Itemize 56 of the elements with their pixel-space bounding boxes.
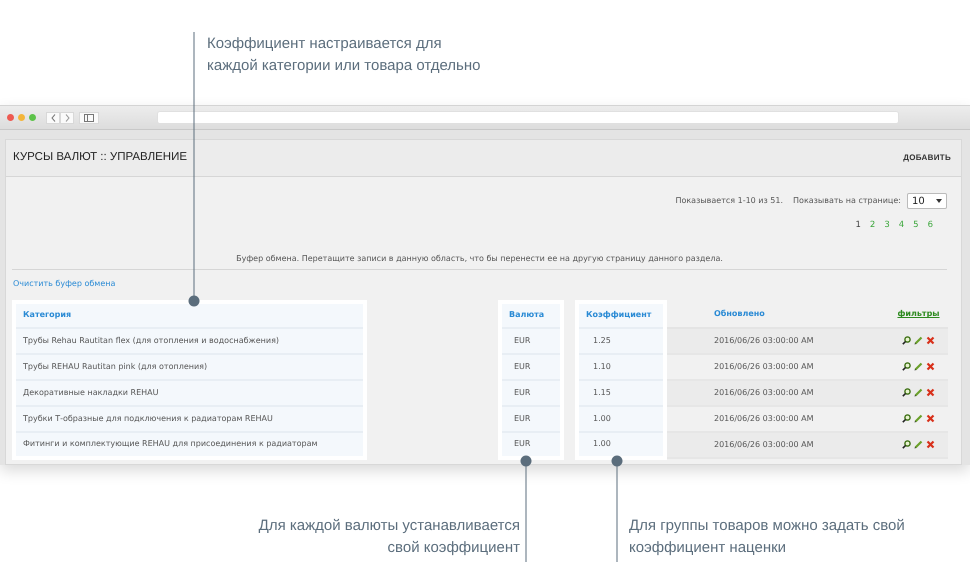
page-link[interactable]: 4 (898, 219, 904, 232)
table-cell: 2016/06/26 03:00:00 AM (665, 432, 882, 458)
table-cell: EUR (500, 328, 562, 354)
column-header[interactable]: Категория (14, 302, 365, 328)
add-button[interactable]: ДОБАВИТЬ (903, 152, 951, 164)
clipboard-note: Буфер обмена. Перетащите записи в данную область, что бы перенести ее на другую страницу данного раздела. (236, 254, 723, 263)
search-icon[interactable] (902, 440, 911, 450)
table-cell: 2016/06/26 03:00:00 AM (665, 328, 882, 354)
close-dot[interactable] (7, 114, 14, 121)
clear-clipboard-link[interactable]: Очистить буфер обмена (13, 278, 116, 290)
sidebar-icon (84, 114, 94, 122)
column-header[interactable]: Коэффициент (577, 302, 665, 328)
per-page-select[interactable]: 10 (907, 193, 947, 209)
table-cell: 1.00 (577, 406, 665, 432)
table-cell: EUR (500, 380, 562, 406)
callout-text: Для группы товаров можно задать свой коэффициент наценки (629, 516, 905, 558)
page-link[interactable]: 6 (928, 219, 933, 232)
callout-text: Коэффициент настраивается для каждой категории или товара отдельно (207, 34, 481, 76)
table-cell: Фитинги и комплектующие REHAU для присоединения к радиаторам (14, 432, 365, 458)
per-page-label: Показывать на странице: (793, 195, 901, 207)
page-title: КУРСЫ ВАЛЮТ :: УПРАВЛЕНИЕ (13, 150, 188, 166)
table-cell: Декоративные накладки REHAU (14, 380, 365, 406)
table-cell: Трубы REHAU Rautitan pink (для отопления) (14, 354, 365, 380)
page-link[interactable]: 5 (913, 219, 919, 232)
table-cell: Трубы Rehau Rautitan flex (для отопления и водоснабжения) (14, 328, 365, 354)
zoom-dot[interactable] (29, 114, 36, 121)
search-icon[interactable] (902, 388, 911, 398)
delete-icon[interactable] (926, 336, 935, 346)
results-summary: Показывается 1-10 из 51. (675, 195, 784, 207)
column-header[interactable]: Валюта (500, 302, 562, 328)
search-icon[interactable] (902, 336, 911, 346)
callout-text: Для каждой валюты устанавливается свой коэффициент (258, 516, 520, 558)
page-link[interactable]: 2 (870, 219, 876, 232)
table-cell: 1.25 (577, 328, 665, 354)
page-link[interactable]: 1 (855, 219, 861, 232)
minimize-dot[interactable] (18, 114, 25, 121)
table-cell: EUR (500, 432, 562, 458)
search-icon[interactable] (902, 362, 911, 372)
chevron-left-icon (50, 114, 56, 122)
table-cell: 1.15 (577, 380, 665, 406)
sidebar-button[interactable] (79, 112, 99, 124)
table-cell: EUR (500, 406, 562, 432)
delete-icon[interactable] (926, 440, 935, 450)
delete-icon[interactable] (926, 388, 935, 398)
table-cell: 2016/06/26 03:00:00 AM (665, 380, 882, 406)
table-cell: Трубки Т-образные для подключения к радиаторам REHAU (14, 406, 365, 432)
search-icon[interactable] (902, 414, 911, 424)
back-button[interactable] (46, 112, 60, 124)
table-cell: EUR (500, 354, 562, 380)
table-cell: 1.00 (577, 432, 665, 458)
delete-icon[interactable] (926, 362, 935, 372)
delete-icon[interactable] (926, 414, 935, 424)
table-cell: 1.10 (577, 354, 665, 380)
chevron-right-icon (64, 114, 70, 122)
forward-button[interactable] (60, 112, 74, 124)
page-link[interactable]: 3 (884, 219, 890, 232)
